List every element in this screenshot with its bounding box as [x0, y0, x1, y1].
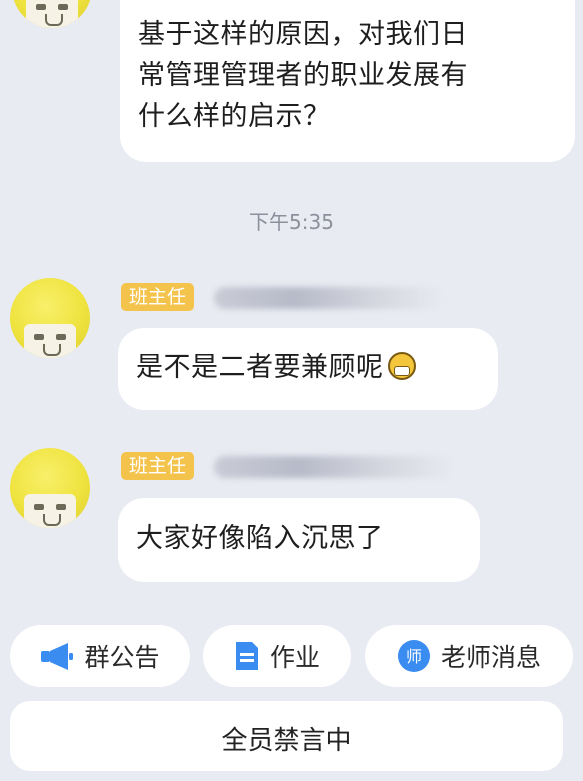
message-line: 常管理管理者的职业发展有	[138, 60, 468, 91]
quick-action-bar: 群公告 作业 师 老师消息	[0, 625, 583, 687]
teacher-messages-button[interactable]: 师 老师消息	[365, 625, 573, 687]
svg-text:师: 师	[406, 647, 422, 666]
mute-status-label: 全员禁言中	[221, 726, 352, 756]
avatar[interactable]	[10, 278, 90, 358]
announcement-button[interactable]: 群公告	[10, 625, 190, 687]
announcement-label: 群公告	[84, 643, 160, 672]
message-bubble[interactable]: 大家好像陷入沉思了	[118, 498, 480, 582]
role-badge: 班主任	[121, 452, 195, 480]
sender-name-blurred	[214, 456, 454, 478]
message-text: 是不是二者要兼顾呢	[136, 352, 384, 383]
mute-status-bar: 全员禁言中	[10, 701, 563, 771]
grin-emoji-icon	[387, 352, 416, 380]
homework-button[interactable]: 作业	[203, 625, 351, 687]
avatar-face	[26, 0, 78, 28]
avatar[interactable]	[10, 448, 90, 528]
teacher-messages-label: 老师消息	[440, 643, 541, 672]
homework-label: 作业	[269, 643, 320, 672]
message-bubble[interactable]: 是不是二者要兼顾呢	[118, 328, 498, 410]
message-line: 基于这样的原因，对我们日	[138, 19, 468, 50]
message-line: 什么样的启示？	[138, 101, 331, 132]
message-text: 大家好像陷入沉思了	[136, 523, 384, 554]
document-icon	[235, 642, 258, 670]
sender-name-blurred	[214, 287, 444, 309]
avatar[interactable]	[12, 0, 92, 28]
megaphone-icon	[41, 643, 74, 670]
teacher-badge-icon: 师	[397, 640, 430, 672]
avatar-face	[24, 494, 76, 528]
timestamp: 下午5:35	[249, 210, 334, 234]
avatar-face	[24, 324, 76, 358]
message-bubble[interactable]: 基于这样的原因，对我们日 常管理管理者的职业发展有 什么样的启示？	[120, 0, 575, 162]
role-badge: 班主任	[121, 283, 195, 311]
